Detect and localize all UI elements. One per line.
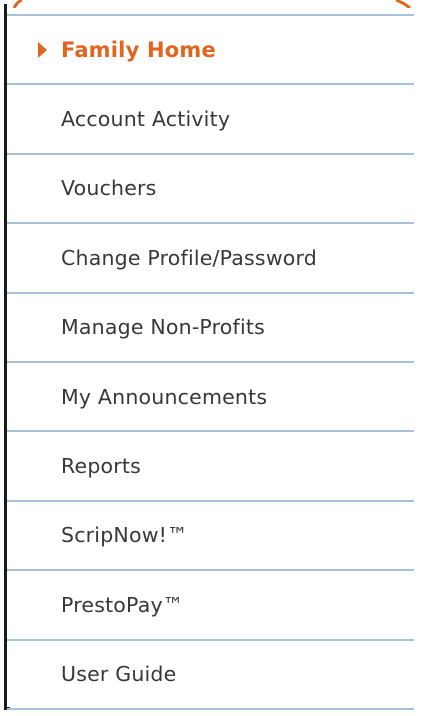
sidebar-item-label: Account Activity xyxy=(61,107,231,132)
sidebar-item-manage-non-profits[interactable]: Manage Non-Profits xyxy=(7,294,414,363)
sidebar-item-prestopay[interactable]: PrestoPay™ xyxy=(7,571,414,641)
sidebar-item-vouchers[interactable]: Vouchers xyxy=(7,155,414,225)
sidebar-item-change-profile-password[interactable]: Change Profile/Password xyxy=(7,224,414,294)
sidebar-item-account-activity[interactable]: Account Activity xyxy=(7,85,414,155)
sidebar-item-scripnow[interactable]: ScripNow!™ xyxy=(7,502,414,572)
sidebar-item-label: Manage Non-Profits xyxy=(61,315,265,340)
sidebar-item-user-guide[interactable]: User Guide xyxy=(7,641,414,710)
sidebar-navigation-panel: Family Home Account Activity Vouchers Ch… xyxy=(0,0,421,716)
sidebar-item-reports[interactable]: Reports xyxy=(7,432,414,502)
sidebar-item-label: User Guide xyxy=(61,662,177,687)
sidebar-item-label: Family Home xyxy=(61,37,216,62)
sidebar-item-label: My Announcements xyxy=(61,384,268,409)
caret-right-icon xyxy=(38,41,47,58)
sidebar-item-my-announcements[interactable]: My Announcements xyxy=(7,363,414,433)
sidebar-item-label: Change Profile/Password xyxy=(61,245,318,270)
sidebar-item-label: Reports xyxy=(61,454,142,479)
sidebar-item-label: Vouchers xyxy=(61,176,157,201)
sidebar-item-label: PrestoPay™ xyxy=(61,592,184,617)
sidebar-item-family-home[interactable]: Family Home xyxy=(7,16,414,86)
sidebar-item-label: ScripNow!™ xyxy=(61,523,188,548)
sidebar-menu: Family Home Account Activity Vouchers Ch… xyxy=(7,14,414,710)
orange-accent-curve xyxy=(12,0,411,8)
